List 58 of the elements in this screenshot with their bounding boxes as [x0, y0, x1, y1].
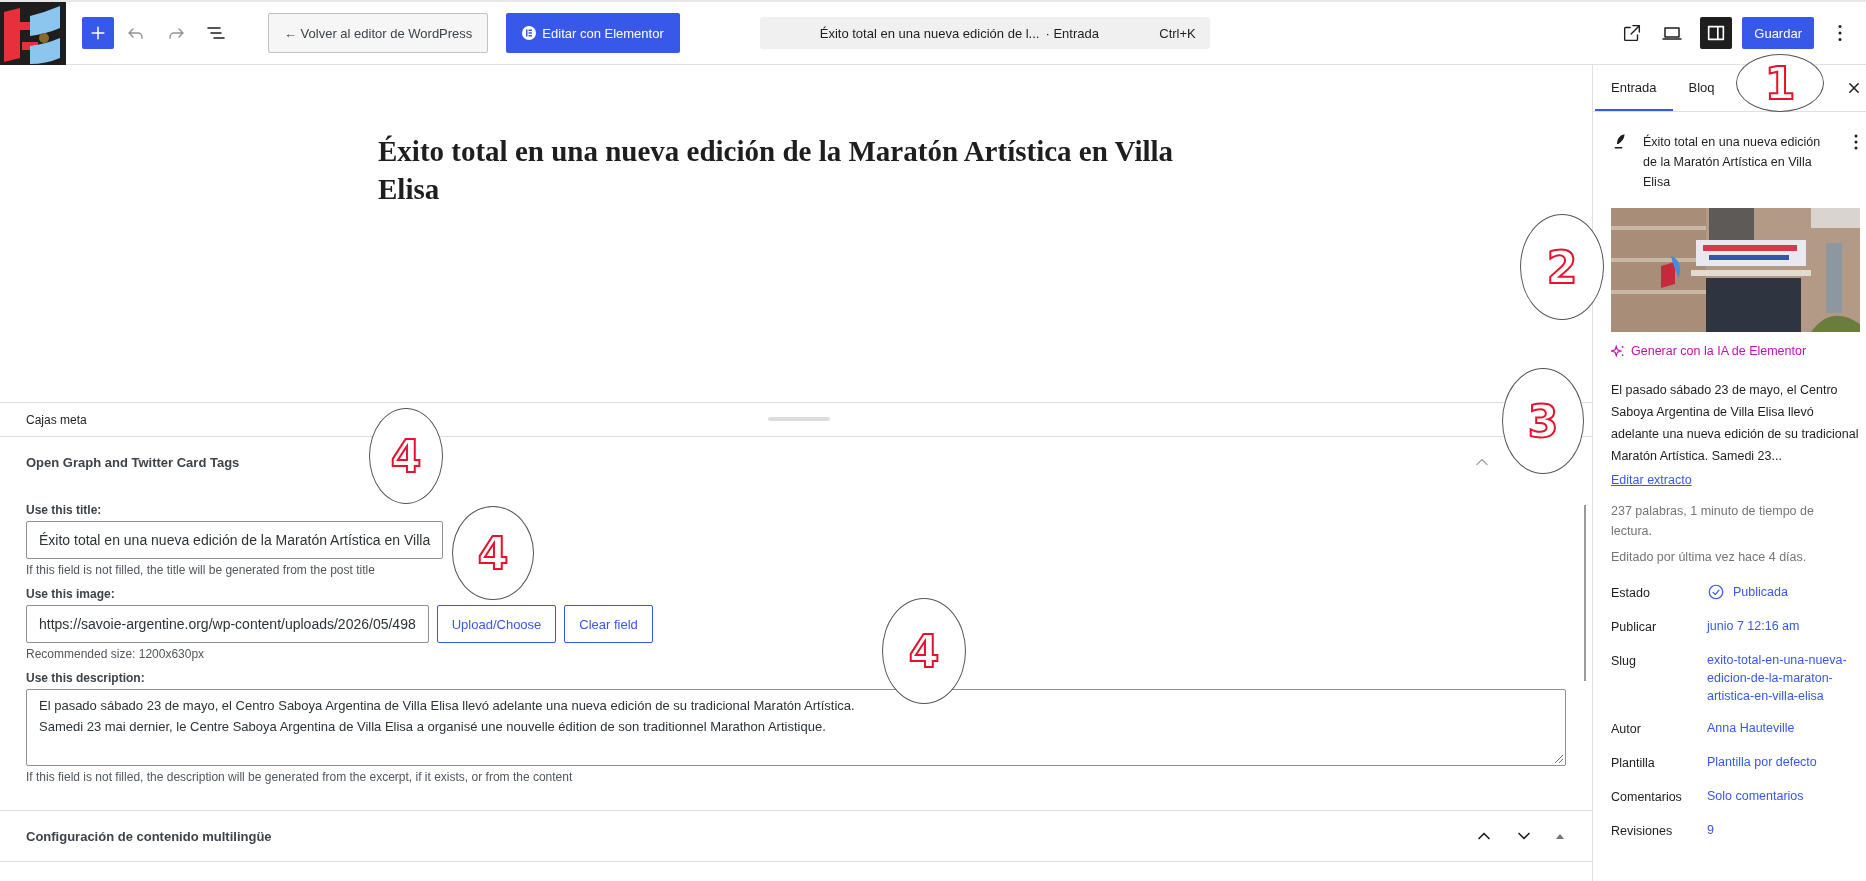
save-button[interactable]: Guardar	[1742, 17, 1814, 49]
sidebar-tab[interactable]: Bloq	[1672, 65, 1731, 111]
help-text: Recommended size: 1200x630px	[26, 647, 206, 661]
help-text: If this field is not filled, the title will be generated from the post title	[26, 563, 376, 577]
outline-button[interactable]: Upload/Choose	[436, 605, 557, 643]
resize-grip-icon[interactable]	[1552, 752, 1564, 764]
meta-boxes-title: Cajas meta	[26, 412, 87, 427]
callout-bubble: 1	[1736, 54, 1824, 112]
sparkle-icon	[1611, 344, 1625, 358]
field-label: Use this title:	[26, 503, 103, 517]
field-label: Use this description:	[26, 671, 146, 685]
input-field[interactable]: https://savoie-argentine.org/wp-content/uploads/2026/05/498	[26, 605, 429, 643]
property-link[interactable]: Anna Hauteville	[1707, 719, 1856, 737]
excerpt-text: El pasado sábado 23 de mayo, el Centro Saboya Argentina de Villa Elisa llevó adelante una nueva edición de su tradicional Maratón Artística. Samedi 23...	[1611, 382, 1860, 465]
input-field[interactable]: Éxito total en una nueva edición de la Maratón Artística en Villa	[26, 521, 444, 559]
back-button[interactable]: ← Volver al editor de WordPress	[268, 13, 489, 53]
post-title[interactable]: Éxito total en una nueva edición de la Maratón Artística en Villa Elisa	[378, 133, 1198, 209]
elementor-icon	[522, 26, 537, 40]
description-field[interactable]: El pasado sábado 23 de mayo, el Centro Saboya Argentina de Villa Elisa llevó adelante una nueva edición de su tradicional Maratón Artística. Samedi 23 mai dernier, le Centre Saboya Argentina de Villa Elisa a organisé une nouvelle édition de son traditionnel Marathon Artistique.	[26, 689, 1566, 766]
edit-excerpt-link[interactable]: Editar extracto	[1611, 473, 1692, 487]
check-circle-icon	[1707, 583, 1725, 601]
scrollbar[interactable]	[1584, 505, 1586, 681]
property-link[interactable]: Solo comentarios	[1707, 787, 1856, 805]
section-title: Open Graph and Twitter Card Tags	[26, 454, 240, 470]
sidebar-tab[interactable]: Entrada	[1595, 65, 1673, 111]
property-label: Publicar	[1611, 619, 1658, 636]
callout-bubble: 4	[452, 506, 534, 600]
property-label: Estado	[1611, 585, 1651, 602]
property-label: Autor	[1611, 721, 1642, 738]
callout-bubble: 2	[1520, 214, 1604, 320]
command-bar[interactable]: Éxito total en una nueva edición de l... · Entrada Ctrl+K	[759, 17, 1210, 49]
ai-generate-link[interactable]: Generar con la IA de Elementor	[1611, 344, 1807, 358]
help-text: If this field is not filled, the description will be generated from the excerpt, if it exists, or from the content	[26, 770, 574, 784]
elementor-button[interactable]: Editar con Elementor	[506, 13, 680, 53]
property-link[interactable]: 9	[1707, 821, 1856, 839]
add-block-button[interactable]	[82, 17, 114, 49]
post-stats-text: Editado por última vez hace 4 días.	[1611, 549, 1808, 566]
shortcut-text: Ctrl+K	[1158, 25, 1196, 41]
post-stats-text: 237 palabras, 1 minuto de tiempo de lectura.	[1611, 503, 1815, 540]
callout-bubble: 4	[882, 598, 966, 704]
property-label: Comentarios	[1611, 789, 1683, 806]
post-type-text: · Entrada	[1045, 25, 1099, 41]
post-summary-title: Éxito total en una nueva edición de la Maratón Artística en Villa Elisa	[1643, 133, 1822, 191]
callout-bubble: 4	[369, 408, 443, 504]
callout-bubble: 3	[1502, 368, 1584, 474]
property-link[interactable]: junio 7 12:16 am	[1707, 617, 1856, 635]
outline-button[interactable]: Clear field	[564, 605, 653, 643]
property-label: Plantilla	[1611, 755, 1656, 772]
property-label: Revisiones	[1611, 823, 1674, 840]
status-link[interactable]: Publicada	[1733, 583, 1788, 601]
resize-handle[interactable]	[768, 417, 830, 421]
sidebar-toggle[interactable]	[1700, 17, 1733, 49]
post-title-text: Éxito total en una nueva edición de l...	[819, 25, 1040, 41]
section-title: Configuración de contenido multilingüe	[26, 828, 272, 844]
field-label: Use this image:	[26, 587, 116, 601]
property-link[interactable]: exito-total-en-una-nueva-edicion-de-la-maraton-artistica-en-villa-elisa	[1707, 651, 1856, 705]
property-link[interactable]: Plantilla por defecto	[1707, 753, 1856, 771]
property-label: Slug	[1611, 653, 1638, 670]
